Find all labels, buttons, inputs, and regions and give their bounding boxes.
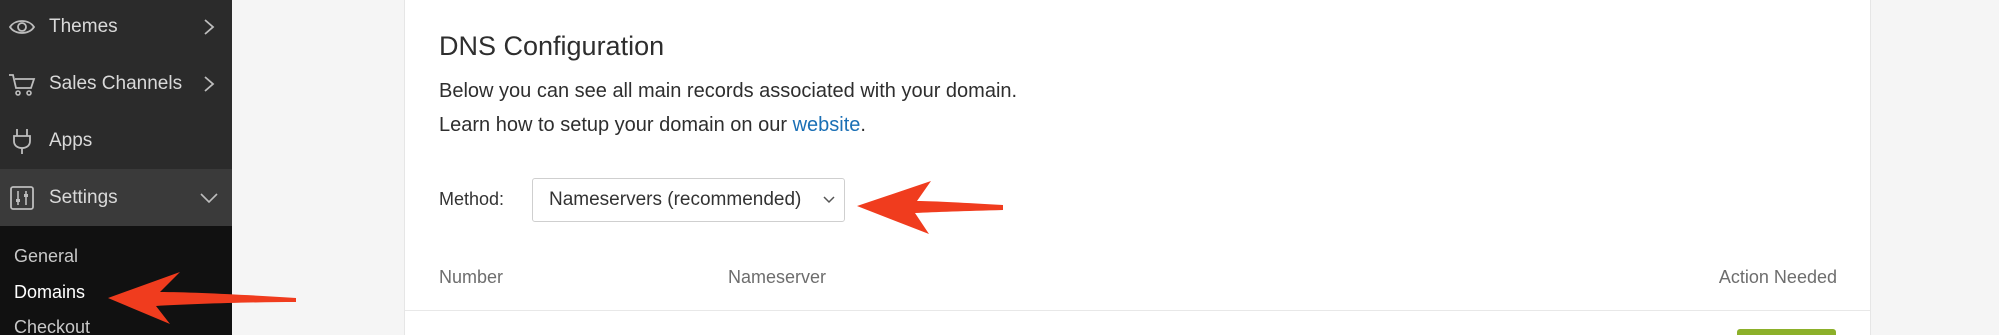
sidebar-item-apps[interactable]: Apps (0, 112, 232, 169)
column-header-action-needed: Action Needed (1718, 267, 1837, 287)
eye-icon (8, 19, 36, 34)
page-title: DNS Configuration (439, 31, 665, 61)
description-line: Learn how to setup your domain on our we… (439, 114, 866, 137)
sidebar-item-sales-channels[interactable]: Sales Channels (0, 55, 232, 112)
website-link[interactable]: website (793, 114, 861, 136)
sidebar-item-label: Themes (49, 15, 118, 37)
method-label: Method: (439, 189, 505, 209)
sliders-icon (10, 185, 34, 210)
sidebar-item-label: Apps (49, 129, 93, 151)
dns-configuration-card: DNS Configuration Below you can see all … (404, 0, 1871, 335)
subnav-item-general[interactable]: General (14, 246, 78, 267)
annotation-arrow-icon (857, 181, 1003, 234)
table-divider (405, 310, 1870, 311)
cart-icon (9, 73, 36, 96)
description-line: Below you can see all main records assoc… (439, 80, 1018, 102)
subnav-item-domains[interactable]: Domains (14, 282, 85, 303)
column-header-nameserver: Nameserver (728, 267, 827, 287)
chevron-right-icon (204, 18, 215, 35)
plug-icon (13, 128, 31, 154)
sidebar-item-themes[interactable]: Themes (0, 0, 232, 55)
page-gutter-right (1871, 0, 1999, 335)
subnav-item-checkout[interactable]: Checkout (14, 317, 90, 335)
sidebar-item-label: Sales Channels (49, 72, 183, 94)
chevron-down-icon (823, 196, 835, 204)
column-header-number: Number (439, 267, 504, 287)
method-select-value: Nameservers (recommended) (549, 189, 802, 210)
action-button[interactable] (1737, 329, 1836, 335)
chevron-down-icon (200, 192, 218, 203)
chevron-right-icon (204, 75, 215, 92)
sidebar-item-label: Settings (49, 186, 118, 208)
annotation-arrow-icon (108, 272, 296, 324)
description-text: Learn how to setup your domain on our (439, 114, 793, 136)
description-punct: . (860, 114, 866, 136)
method-select[interactable]: Nameservers (recommended) (532, 178, 845, 222)
sidebar-item-settings[interactable]: Settings (0, 169, 232, 226)
